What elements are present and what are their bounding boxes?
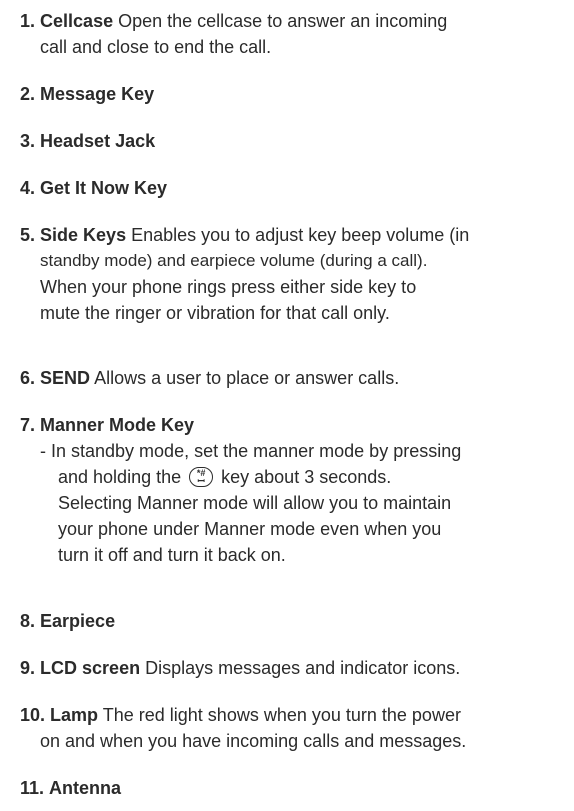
item-title: Side Keys [40,225,127,245]
item-title: Message Key [40,84,155,104]
list-item-side-keys: 5. Side Keys Enables you to adjust key b… [20,222,568,326]
list-item-cellcase: 1. Cellcase Open the cellcase to answer … [20,8,568,60]
item-number: 7. [20,415,36,435]
item-description: Allows a user to place or answer calls. [94,368,400,388]
list-item-lcd-screen: 9. LCD screen Displays messages and indi… [20,655,568,681]
item-number: 11. [20,778,45,798]
item-sub-text: key about 3 seconds. [221,467,392,487]
item-title: Lamp [50,705,99,725]
item-description-cont: mute the ringer or vibration for that ca… [40,303,390,323]
item-sub-text: turn it off and turn it back on. [58,545,286,565]
item-sub-text: Selecting Manner mode will allow you to … [58,493,452,513]
item-description: Displays messages and indicator icons. [145,658,461,678]
list-item-earpiece: 8. Earpiece [20,608,568,634]
item-description: Enables you to adjust key beep volume (i… [131,225,470,245]
item-number: 4. [20,178,36,198]
item-number: 10. [20,705,46,725]
item-number: 6. [20,368,36,388]
list-item-antenna: 11. Antenna [20,775,568,801]
list-item-message-key: 2. Message Key [20,81,568,107]
item-title: LCD screen [40,658,141,678]
list-item-get-it-now-key: 4. Get It Now Key [20,175,568,201]
item-title: Manner Mode Key [40,415,195,435]
item-number: 5. [20,225,36,245]
list-item-lamp: 10. Lamp The red light shows when you tu… [20,702,568,754]
list-item-manner-mode-key: 7. Manner Mode Key - In standby mode, se… [20,412,568,568]
item-number: 1. [20,11,36,31]
item-description-cont: call and close to end the call. [40,37,272,57]
item-title: Cellcase [40,11,114,31]
item-title: Earpiece [40,611,116,631]
item-title: Get It Now Key [40,178,168,198]
item-description: The red light shows when you turn the po… [102,705,461,725]
item-description-cont: on and when you have incoming calls and … [40,731,467,751]
list-item-send: 6. SEND Allows a user to place or answer… [20,365,568,391]
item-sub-text-line: and holding the *# ꟷ key about 3 seconds. [20,464,568,490]
item-description-cont: standby mode) and earpiece volume (durin… [40,251,428,270]
item-number: 2. [20,84,36,104]
item-sub-text: your phone under Manner mode even when y… [58,519,442,539]
item-description-cont: When your phone rings press either side … [40,277,417,297]
item-sub-text: - In standby mode, set the manner mode b… [40,441,462,461]
item-title: SEND [40,368,91,388]
list-item-headset-jack: 3. Headset Jack [20,128,568,154]
item-number: 8. [20,611,36,631]
item-number: 9. [20,658,36,678]
item-title: Headset Jack [40,131,156,151]
manner-mode-key-icon: *# ꟷ [189,467,214,487]
item-title: Antenna [49,778,122,798]
item-description: Open the cellcase to answer an incoming [118,11,448,31]
item-number: 3. [20,131,36,151]
item-sub-text: and holding the [58,467,182,487]
